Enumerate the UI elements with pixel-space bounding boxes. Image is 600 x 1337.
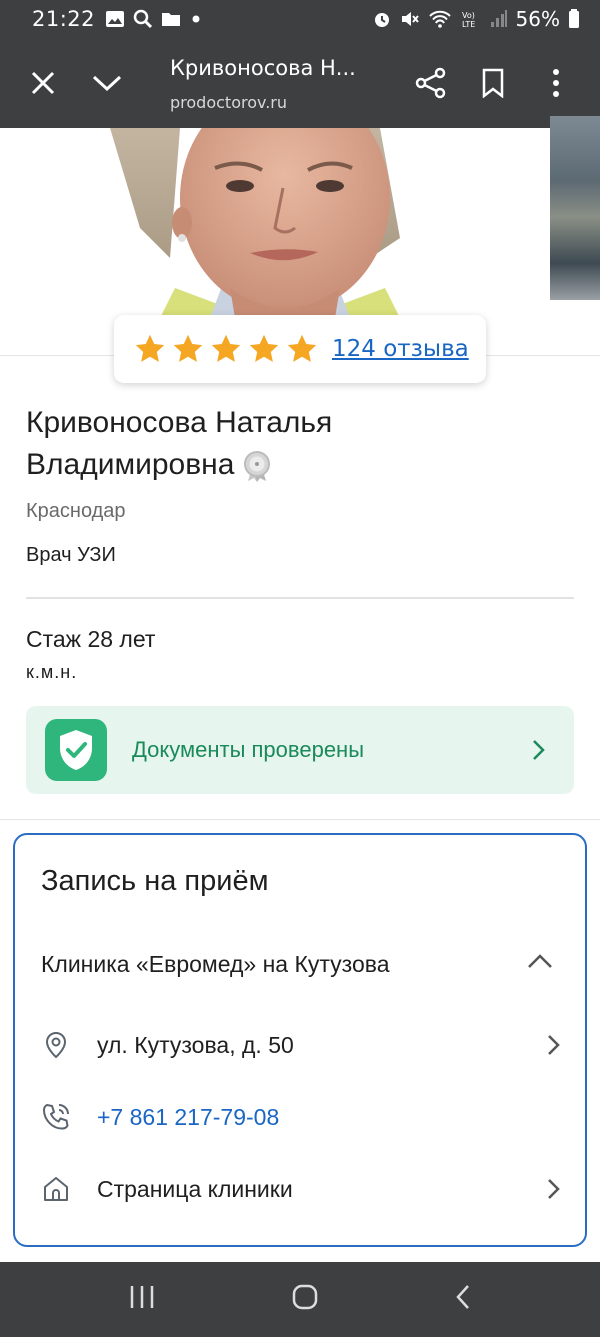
back-icon <box>456 1285 469 1309</box>
more-button[interactable] <box>533 60 579 106</box>
browser-toolbar: Кривоносова Н... prodoctorov.ru <box>0 38 600 128</box>
battery-icon <box>569 9 579 28</box>
search-icon <box>133 9 153 29</box>
chevron-right-icon <box>548 1179 560 1199</box>
back-button[interactable] <box>453 1283 473 1316</box>
clinic-name[interactable]: Клиника «Евромед» на Кутузова <box>41 951 390 978</box>
bookmark-icon <box>482 68 504 98</box>
mute-icon <box>401 12 419 26</box>
phone-icon <box>41 1102 71 1132</box>
system-nav-bar <box>0 1262 600 1337</box>
dot-icon <box>192 15 200 23</box>
star-rating <box>132 332 320 366</box>
doctor-photo <box>0 128 550 318</box>
chevron-up-icon[interactable] <box>527 953 553 969</box>
star-icon <box>287 334 317 362</box>
wifi-icon <box>428 10 451 28</box>
divider <box>26 597 574 599</box>
share-icon <box>415 67 446 99</box>
share-button[interactable] <box>408 60 454 106</box>
recent-apps-button[interactable] <box>127 1284 157 1315</box>
home-button[interactable] <box>291 1283 319 1316</box>
close-icon <box>31 71 55 95</box>
close-button[interactable] <box>20 60 66 106</box>
booking-title: Запись на приём <box>41 865 269 897</box>
star-icon <box>249 334 279 362</box>
documents-verified-label: Документы проверены <box>132 737 365 762</box>
chevron-right-icon <box>533 740 545 760</box>
doctor-city: Краснодар <box>26 500 126 522</box>
clinic-page-label: Страница клиники <box>97 1175 293 1202</box>
bookmark-button[interactable] <box>470 60 516 106</box>
status-right-icons: Vo) LTE 56% <box>372 7 580 31</box>
clinic-phone-row[interactable]: +7 861 217-79-08 <box>41 1097 561 1137</box>
image-icon <box>106 11 125 27</box>
battery-percent: 56% <box>515 7 560 31</box>
star-icon <box>211 334 241 362</box>
home-building-icon <box>41 1174 71 1204</box>
recent-apps-icon <box>130 1286 154 1308</box>
star-icon <box>135 334 165 362</box>
alarm-icon <box>374 13 389 27</box>
doctor-degree: к.м.н. <box>26 662 78 682</box>
doctor-name: Кривоносова Наталья Владимировна <box>26 402 466 486</box>
shield-check-icon <box>45 719 107 781</box>
chevron-right-icon <box>548 1035 560 1055</box>
side-thumbnail-image[interactable] <box>550 116 600 300</box>
page-title: Кривоносова Н... <box>170 56 356 80</box>
rating-panel: 124 отзыва <box>114 315 486 383</box>
award-badge-icon[interactable] <box>240 449 274 483</box>
home-icon <box>292 1284 318 1310</box>
signal-icon <box>490 10 507 27</box>
booking-panel: Запись на приём Клиника «Евромед» на Кут… <box>13 833 587 1247</box>
doctor-experience: Стаж 28 лет <box>26 626 156 652</box>
chevron-down-icon <box>92 75 122 92</box>
doctor-portrait-image <box>0 128 550 318</box>
clinic-address-row[interactable]: ул. Кутузова, д. 50 <box>41 1025 561 1065</box>
clinic-page-row[interactable]: Страница клиники <box>41 1169 561 1209</box>
status-bar: 21:22 Vo) LTE 56% <box>0 0 600 38</box>
location-pin-icon <box>41 1030 71 1060</box>
svg-text:LTE: LTE <box>462 20 475 29</box>
clinic-address: ул. Кутузова, д. 50 <box>97 1031 294 1058</box>
svg-text:Vo): Vo) <box>462 11 475 20</box>
minimize-button[interactable] <box>84 60 130 106</box>
doctor-specialty: Врач УЗИ <box>26 544 116 566</box>
doctor-name-text: Кривоносова Наталья Владимировна <box>26 406 333 481</box>
page-url: prodoctorov.ru <box>170 93 288 112</box>
status-left-icons <box>105 9 203 29</box>
more-icon <box>553 69 559 97</box>
documents-verified-banner[interactable]: Документы проверены <box>26 706 574 794</box>
folder-icon <box>162 13 181 26</box>
volte-icon: Vo)LTE <box>462 11 475 29</box>
star-icon <box>173 334 203 362</box>
reviews-link[interactable]: 124 отзыва <box>332 336 469 362</box>
clinic-phone-link[interactable]: +7 861 217-79-08 <box>97 1104 279 1131</box>
status-time: 21:22 <box>32 7 96 31</box>
